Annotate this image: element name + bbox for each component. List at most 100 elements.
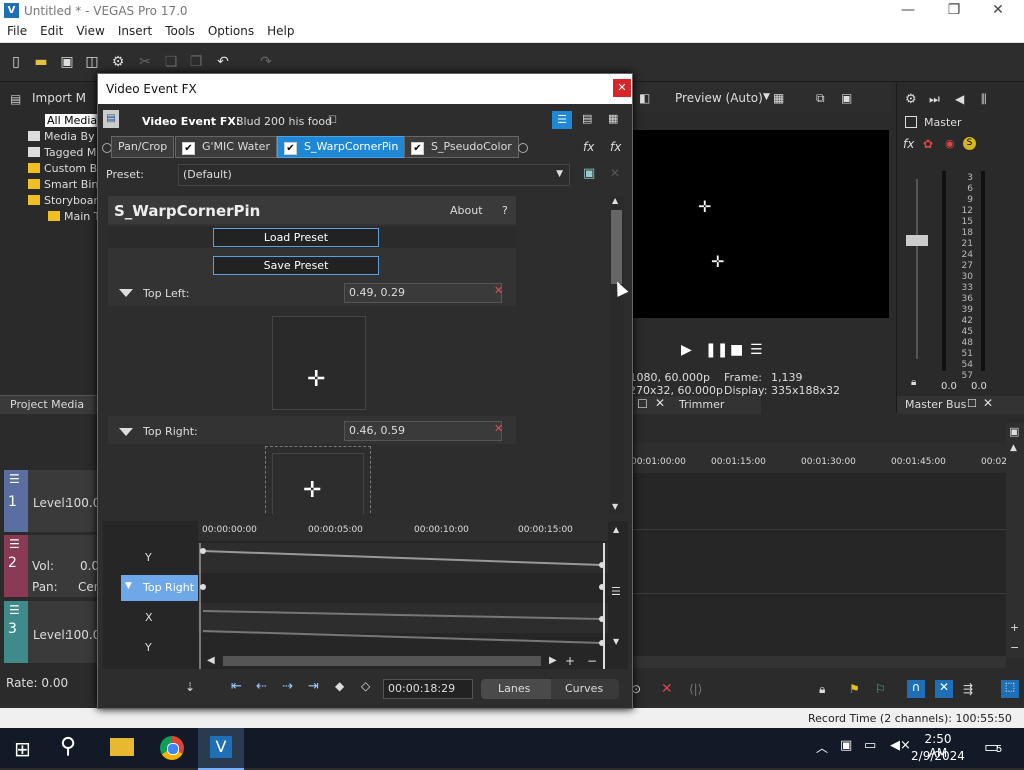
solo-icon[interactable]: S — [963, 137, 976, 150]
sync-cursor-icon[interactable]: ⇣ — [185, 680, 195, 694]
preset-dropdown[interactable]: (Default) ▼ — [178, 164, 570, 186]
save-preset-icon[interactable]: ▣ — [583, 166, 595, 181]
settings-gear-icon[interactable]: ⚙ — [905, 92, 917, 107]
track-header-2[interactable]: 2 ☰ Vol: 0.0 Pan: Cen — [4, 535, 101, 597]
save-preset-button[interactable]: Save Preset — [213, 256, 379, 275]
render-icon[interactable]: ◫ — [84, 54, 100, 70]
snap-magnet-icon[interactable]: ∩ — [907, 680, 925, 698]
preview-menu-icon[interactable]: ☰ — [750, 342, 763, 358]
fx-checkbox[interactable]: ✔ — [182, 142, 195, 155]
dialog-title-bar[interactable]: Video Event FX ✕ — [98, 74, 632, 104]
kf-scroll-up-icon[interactable]: ▲ — [613, 525, 619, 534]
file-explorer-icon[interactable] — [110, 738, 134, 756]
effect-icon[interactable]: ◉ — [945, 137, 955, 150]
speaker-icon[interactable]: ◀ — [955, 92, 964, 106]
timeline-ruler[interactable]: 00:01:00:00 00:01:15:00 00:01:30:00 00:0… — [631, 443, 1007, 473]
vegas-taskbar-button[interactable]: V — [198, 728, 244, 770]
restore-icon[interactable]: ☐ — [637, 397, 648, 411]
kf-scroll-down-icon[interactable]: ▼ — [613, 637, 619, 646]
lanes-button[interactable]: Lanes — [498, 682, 530, 695]
kf-row-top-right[interactable]: ▼ Top Right — [121, 575, 199, 601]
save-icon[interactable]: ▣ — [59, 54, 75, 70]
add-keyframe-icon[interactable]: ◆ — [335, 679, 344, 693]
keyframe-ruler[interactable]: 00:00:00:00 00:00:05:00 00:00:10:00 00:0… — [198, 521, 608, 541]
menu-help[interactable]: Help — [260, 22, 300, 38]
fx-chain-pan-crop[interactable]: Pan/Crop — [111, 136, 175, 158]
track-level-value[interactable]: 100.0 — [66, 628, 100, 642]
preview-layout-icon[interactable]: ◧ — [639, 91, 650, 105]
tree-item-tagged[interactable]: Tagged Me — [28, 146, 103, 159]
about-link[interactable]: About — [450, 204, 483, 217]
preview-quality-dropdown[interactable]: Preview (Auto) — [675, 91, 763, 105]
top-right-point-pad[interactable]: ✛ — [265, 446, 371, 514]
track-header-3[interactable]: 3 ☰ Level: 100.0 — [4, 601, 100, 663]
copy-snapshot-icon[interactable]: ⧉ — [816, 91, 825, 106]
volume-mute-icon[interactable]: ◀× — [890, 738, 911, 753]
master-bus-tab[interactable]: Master Bus ☐ ✕ — [897, 396, 1024, 414]
mixer-icon[interactable]: ⫼ — [981, 92, 987, 107]
dialog-close-button[interactable]: ✕ — [613, 79, 631, 97]
tree-item-media-by[interactable]: Media By T — [28, 130, 105, 143]
stop-icon[interactable]: ■ — [730, 342, 743, 358]
lock-icon[interactable]: 🔒︎ — [819, 682, 825, 697]
keyframe-curves[interactable] — [198, 543, 608, 669]
last-keyframe-icon[interactable]: ⇥ — [308, 679, 319, 694]
fx-icon[interactable]: fx — [903, 137, 914, 151]
grid-view-icon[interactable]: ▦ — [608, 112, 618, 125]
menu-insert[interactable]: Insert — [111, 22, 158, 38]
prev-keyframe-icon[interactable]: ⇠ — [256, 679, 267, 694]
open-folder-icon[interactable]: ▬ — [33, 54, 49, 70]
keyframe-time-input[interactable]: 00:00:18:29 — [383, 679, 473, 699]
track-level-value[interactable]: 100.0 — [66, 496, 100, 510]
reset-param-icon[interactable]: ✕ — [494, 284, 503, 297]
trim-icon[interactable]: ⟨|⟩ — [689, 682, 702, 696]
close-button[interactable]: ✕ — [976, 2, 1020, 20]
grid-overlay-icon[interactable]: ▦ — [773, 91, 784, 105]
menu-tools[interactable]: Tools — [158, 22, 201, 38]
display-icon[interactable]: ▭ — [864, 738, 876, 753]
tray-chevron-icon[interactable]: ︿ — [816, 739, 828, 756]
tree-item-smart-bins[interactable]: Smart Bins — [28, 178, 104, 191]
menu-file[interactable]: File — [0, 22, 33, 38]
trimmer-tab[interactable]: ☐ ✕ Trimmer — [631, 396, 761, 414]
tree-item-storyboard[interactable]: Storyboard — [28, 194, 105, 207]
ripple-icon[interactable]: ⇶ — [963, 682, 973, 696]
tree-item-all-media[interactable]: All Media — [45, 114, 100, 127]
maximize-button[interactable]: ❐ — [932, 2, 976, 20]
import-media-button[interactable]: Import M — [32, 91, 86, 105]
help-link[interactable]: ? — [502, 204, 508, 217]
skip-icon[interactable]: ⏭ — [929, 92, 940, 107]
new-file-icon[interactable]: ▯ — [8, 54, 24, 70]
play-icon[interactable]: ▶ — [681, 342, 692, 358]
auto-crossfade-icon[interactable]: ✕ — [935, 680, 953, 698]
import-media-icon[interactable]: ▤ — [10, 92, 24, 106]
timeline-vertical-scroll[interactable]: ▣ ▲ + − — [1006, 423, 1024, 658]
search-icon[interactable]: ⚲ — [60, 734, 76, 759]
top-right-input[interactable]: 0.46, 0.59 — [344, 421, 502, 441]
load-preset-button[interactable]: Load Preset — [213, 228, 379, 247]
first-keyframe-icon[interactable]: ⇤ — [231, 679, 242, 694]
next-keyframe-icon[interactable]: ⇢ — [282, 679, 293, 694]
master-fader-handle[interactable] — [906, 235, 928, 246]
top-left-point-pad[interactable]: ✛ — [272, 316, 366, 410]
master-checkbox[interactable] — [905, 116, 917, 128]
fx-chain-pseudo-color[interactable]: ✔ S_PseudoColor — [404, 136, 519, 158]
lock-icon[interactable]: 🔒︎ — [911, 377, 916, 388]
delete-keyframe-icon[interactable]: ◇ — [361, 679, 370, 693]
windows-start-icon[interactable]: ⊞ — [14, 737, 31, 761]
fx-checkbox[interactable]: ✔ — [411, 142, 424, 155]
timeline-tracks-area[interactable] — [631, 473, 1006, 668]
marker-icon[interactable]: ⚑ — [849, 682, 860, 696]
delete-icon[interactable]: ✕ — [661, 681, 673, 697]
settings-gear-icon[interactable]: ⚙ — [110, 54, 126, 70]
kf-row-y[interactable]: Y — [145, 551, 152, 564]
chrome-icon[interactable] — [160, 736, 184, 760]
project-media-tab[interactable]: Project Media — [0, 395, 98, 414]
cut-icon[interactable]: ✂ — [137, 54, 153, 70]
curves-button[interactable]: Curves — [565, 682, 603, 695]
network-icon[interactable]: ▣ — [840, 738, 852, 753]
menu-options[interactable]: Options — [201, 22, 260, 38]
collapse-triangle-icon[interactable] — [119, 428, 133, 436]
paste-icon[interactable]: ❐ — [188, 54, 204, 70]
fx-chain-warp-corner-pin[interactable]: ✔ S_WarpCornerPin — [277, 136, 406, 158]
